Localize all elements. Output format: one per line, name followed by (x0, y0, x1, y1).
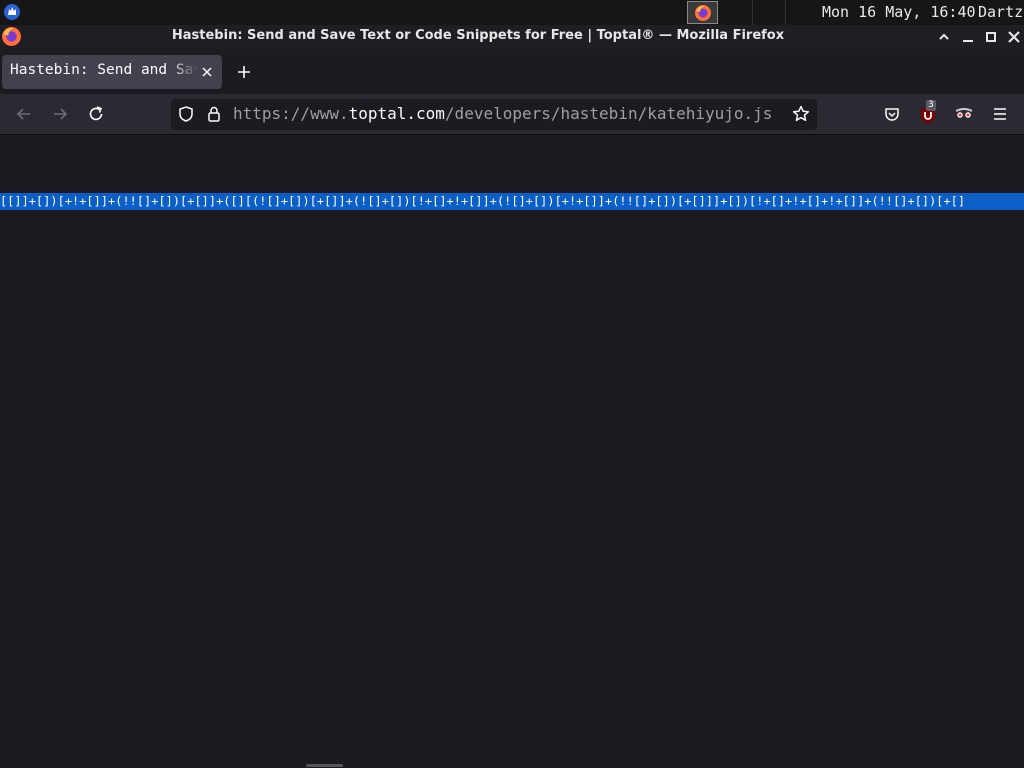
extension-mask-icon[interactable] (954, 105, 974, 127)
bookmark-star-icon[interactable] (791, 104, 811, 128)
close-icon[interactable] (1006, 29, 1022, 45)
url-prefix: https://www. (233, 104, 349, 123)
lock-icon[interactable] (206, 105, 222, 127)
page-content[interactable] (0, 135, 1024, 768)
firefox-icon (695, 5, 711, 21)
url-text[interactable]: https://www.toptal.com/developers/hasteb… (233, 104, 772, 123)
minimize-icon[interactable] (960, 29, 976, 45)
reload-icon[interactable] (86, 104, 106, 124)
back-icon[interactable] (14, 104, 34, 124)
tab-label[interactable]: Hastebin: Send and Save Text or Code Sni… (10, 62, 196, 78)
selected-code-line[interactable]: [[]]+[])[+!+[]]+(!![]+[])[+[]]+([][(![]+… (0, 193, 1024, 210)
user-name[interactable]: Dartz (978, 3, 1023, 21)
url-domain: toptal.com (348, 104, 445, 123)
scroll-handle[interactable] (306, 764, 343, 767)
panel-separator (752, 0, 753, 25)
taskbar-firefox-item[interactable] (687, 1, 718, 24)
clock[interactable]: Mon 16 May, 16:40 (822, 3, 976, 21)
url-path: /developers/hastebin/katehiyujo.js (444, 104, 773, 123)
window-title: Hastebin: Send and Save Text or Code Sni… (171, 28, 785, 43)
tab-close-icon[interactable] (199, 64, 215, 80)
forward-icon[interactable] (50, 104, 70, 124)
maximize-icon[interactable] (983, 29, 999, 45)
shield-icon[interactable] (177, 105, 195, 127)
pocket-icon[interactable] (883, 105, 901, 127)
ublock-badge: 3 (926, 100, 936, 111)
tab-label-fade (170, 55, 198, 89)
app-menu-icon[interactable] (3, 3, 21, 21)
new-tab-plus-icon[interactable] (235, 63, 253, 81)
minimize-up-icon[interactable] (936, 29, 952, 45)
hamburger-menu-icon[interactable] (990, 104, 1010, 128)
panel-separator (785, 0, 786, 25)
